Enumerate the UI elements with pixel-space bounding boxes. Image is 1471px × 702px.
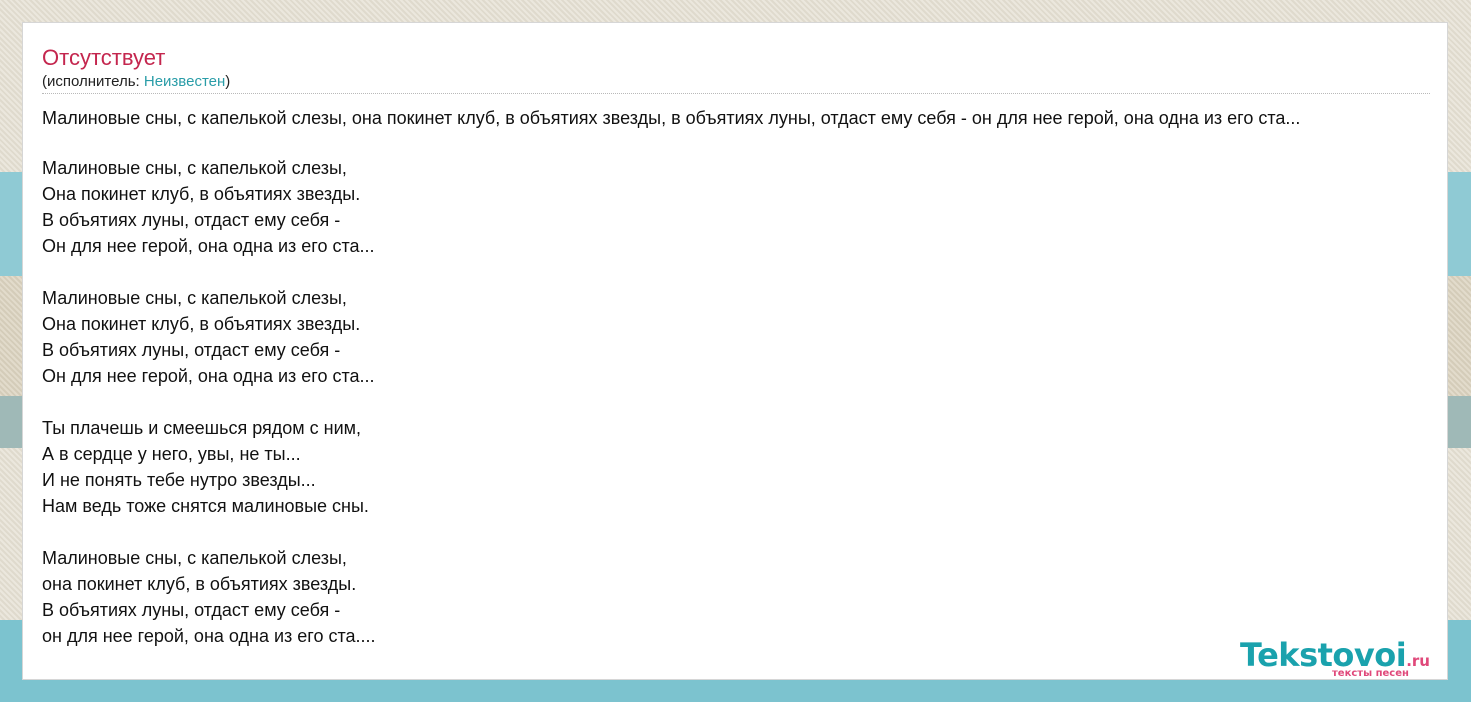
artist-link[interactable]: Неизвестен <box>144 73 225 90</box>
lyric-line: он для нее герой, она одна из его ста...… <box>42 626 376 646</box>
logo-tagline: тексты песен <box>1332 668 1409 679</box>
lyric-line: Он для нее герой, она одна из его ста... <box>42 236 375 256</box>
site-logo[interactable]: Tekstovoi.ru тексты песен <box>1240 637 1450 683</box>
lyric-line: Ты плачешь и смеешься рядом с ним, <box>42 418 362 438</box>
lyric-line: И не понять тебе нутро звезды... <box>42 470 316 490</box>
artist-prefix: (исполнитель: <box>42 73 144 90</box>
lyrics-stanza: Малиновые сны, с капелькой слезы, Она пок… <box>42 285 376 389</box>
lyric-line: Он для нее герой, она одна из его ста... <box>42 366 375 386</box>
lyrics-stanza: Малиновые сны, с капелькой слезы, она пок… <box>42 545 376 649</box>
artist-suffix: ) <box>225 73 231 90</box>
artist-line: (исполнитель: Неизвестен) <box>42 73 230 91</box>
lyric-line: Нам ведь тоже снятся малиновые сны. <box>42 496 369 516</box>
lyric-line: А в сердце у него, увы, не ты... <box>42 444 301 464</box>
header-divider <box>42 93 1430 94</box>
lyric-line: В объятиях луны, отдаст ему себя - <box>42 600 341 620</box>
lyrics-summary: Малиновые сны, с капелькой слезы, она по… <box>42 108 1301 128</box>
lyric-line: Она покинет клуб, в объятиях звезды. <box>42 314 361 334</box>
lyric-line: она покинет клуб, в объятиях звезды. <box>42 574 357 594</box>
lyric-line: Малиновые сны, с капелькой слезы, <box>42 548 347 568</box>
lyrics-card: Отсутствует (исполнитель: Неизвестен) Ма… <box>22 22 1448 680</box>
lyric-line: Она покинет клуб, в объятиях звезды. <box>42 184 361 204</box>
lyric-line: Малиновые сны, с капелькой слезы, <box>42 158 347 178</box>
lyric-line: Малиновые сны, с капелькой слезы, <box>42 288 347 308</box>
logo-domain: .ru <box>1406 652 1430 670</box>
lyric-line: В объятиях луны, отдаст ему себя - <box>42 210 341 230</box>
lyrics-stanza: Малиновые сны, с капелькой слезы, Она пок… <box>42 155 376 259</box>
lyrics-stanza: Ты плачешь и смеешься рядом с ним, А в се… <box>42 415 376 519</box>
song-title: Отсутствует <box>42 45 166 70</box>
lyrics-body: Малиновые сны, с капелькой слезы, Она пок… <box>42 155 376 649</box>
lyric-line: В объятиях луны, отдаст ему себя - <box>42 340 341 360</box>
